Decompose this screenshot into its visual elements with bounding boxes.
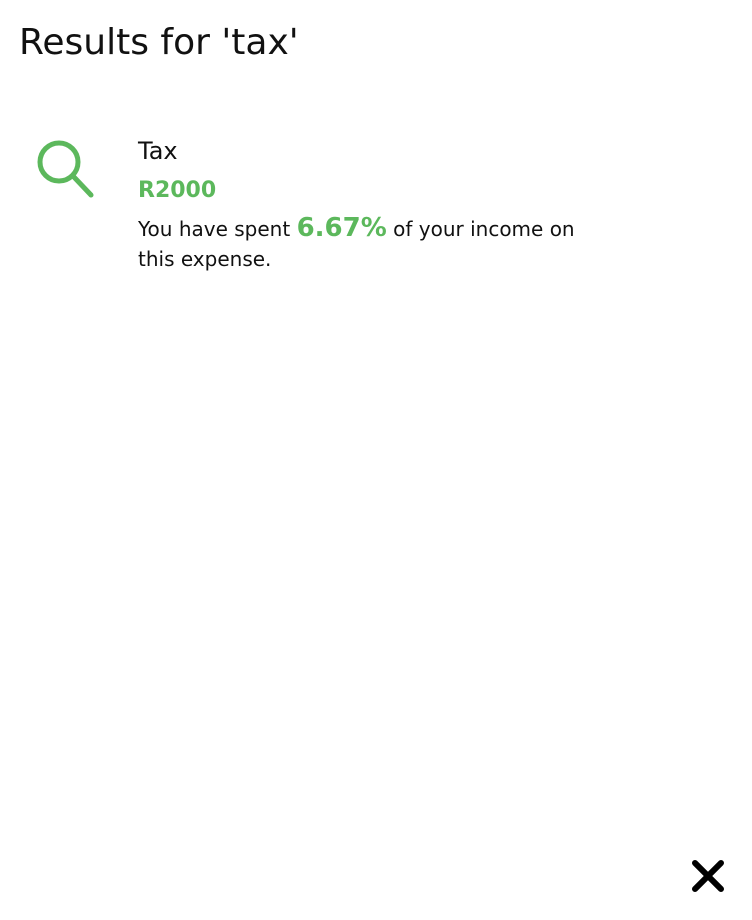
page-title: Results for 'tax' bbox=[19, 22, 299, 63]
description-prefix: You have spent bbox=[138, 217, 291, 241]
result-amount: R2000 bbox=[138, 178, 217, 203]
spend-percentage: 6.67% bbox=[296, 213, 387, 243]
result-details: Tax R2000 You have spent 6.67% of your i… bbox=[138, 135, 598, 274]
result-item[interactable]: Tax R2000 You have spent 6.67% of your i… bbox=[0, 120, 752, 300]
result-name: Tax bbox=[138, 137, 178, 165]
close-icon bbox=[690, 858, 726, 894]
close-button[interactable] bbox=[690, 858, 726, 894]
search-icon bbox=[35, 139, 97, 201]
result-description: You have spent 6.67% of your income on t… bbox=[138, 213, 588, 274]
